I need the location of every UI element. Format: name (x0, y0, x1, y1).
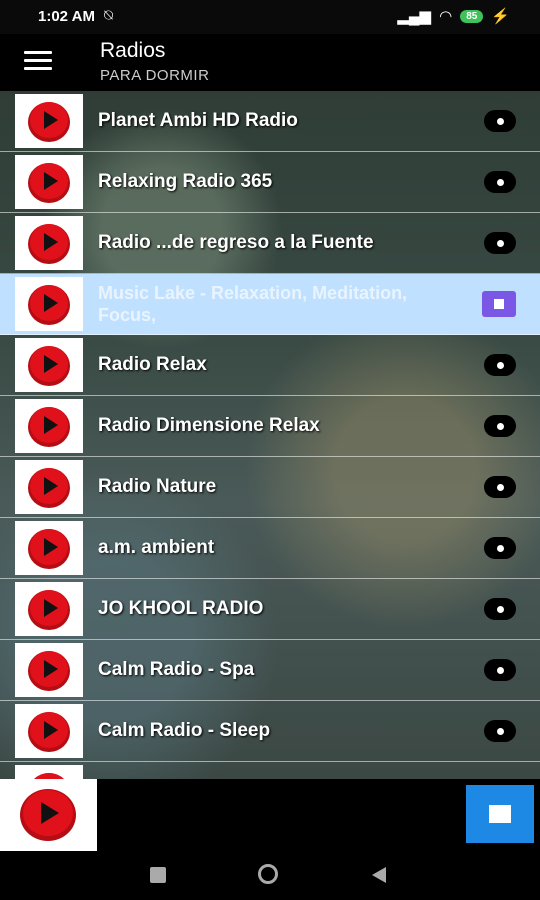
options-icon[interactable] (484, 476, 516, 498)
station-thumbnail (15, 521, 83, 575)
play-icon (20, 789, 76, 841)
station-name: Planet Ambi HD Radio (98, 110, 298, 131)
station-thumbnail (15, 338, 83, 392)
stop-button[interactable] (466, 785, 534, 843)
station-name: JO KHOOL RADIO (98, 598, 264, 619)
play-icon (28, 468, 70, 508)
stop-icon[interactable] (482, 291, 516, 317)
station-thumbnail (15, 216, 83, 270)
page-subtitle: PARA DORMIR (100, 67, 210, 84)
station-name: a.m. ambient (98, 537, 215, 558)
station-thumbnail (15, 94, 83, 148)
station-row-partial[interactable] (0, 762, 540, 779)
charging-icon: ⚡ (491, 8, 510, 25)
play-icon (28, 224, 70, 264)
play-icon (28, 712, 70, 752)
station-row[interactable]: Radio ...de regreso a la Fuente (0, 213, 540, 274)
play-icon (28, 407, 70, 447)
play-icon (28, 590, 70, 630)
hamburger-menu-icon[interactable] (24, 51, 52, 73)
page-title: Radios (100, 39, 166, 62)
station-name: Music Lake - Relaxation, Meditation, Foc… (98, 283, 408, 325)
system-nav-bar (0, 851, 540, 900)
now-playing-thumbnail[interactable] (0, 779, 97, 851)
station-thumbnail (15, 643, 83, 697)
station-name: Relaxing Radio 365 (98, 171, 273, 192)
station-row[interactable]: Radio Nature (0, 457, 540, 518)
play-icon (28, 651, 70, 691)
station-thumbnail (15, 155, 83, 209)
play-icon (28, 285, 70, 325)
options-icon[interactable] (484, 598, 516, 620)
station-name: Radio ...de regreso a la Fuente (98, 232, 374, 253)
options-icon[interactable] (484, 171, 516, 193)
play-icon (28, 163, 70, 203)
play-icon (28, 102, 70, 142)
options-icon[interactable] (484, 232, 516, 254)
recents-icon[interactable] (150, 867, 166, 883)
station-thumbnail (15, 765, 83, 779)
station-thumbnail (15, 704, 83, 758)
options-icon[interactable] (484, 415, 516, 437)
signal-icon: ▂▄▆ (397, 8, 432, 25)
play-icon (34, 773, 64, 779)
station-row[interactable]: Calm Radio - Sleep (0, 701, 540, 762)
alarm-off-icon: ⍉ (104, 7, 114, 24)
station-thumbnail (15, 582, 83, 636)
station-name: Calm Radio - Sleep (98, 720, 271, 741)
options-icon[interactable] (484, 110, 516, 132)
station-row[interactable]: Relaxing Radio 365 (0, 152, 540, 213)
wifi-icon: ◠ (439, 8, 453, 25)
now-playing-bar (0, 779, 540, 851)
station-row[interactable]: Planet Ambi HD Radio (0, 91, 540, 152)
station-row[interactable]: a.m. ambient (0, 518, 540, 579)
station-row[interactable]: Radio Dimensione Relax (0, 396, 540, 457)
status-icons: ▂▄▆ ◠ 85 ⚡ (397, 7, 510, 25)
options-icon[interactable] (484, 659, 516, 681)
back-icon[interactable] (372, 867, 386, 883)
station-name: Radio Relax (98, 354, 207, 375)
station-row[interactable]: Calm Radio - Spa (0, 640, 540, 701)
battery-icon: 85 (460, 9, 484, 23)
station-thumbnail (15, 460, 83, 514)
station-row[interactable]: JO KHOOL RADIO (0, 579, 540, 640)
station-name: Radio Dimensione Relax (98, 415, 320, 436)
station-list[interactable]: Planet Ambi HD Radio Relaxing Radio 365 Ra… (0, 91, 540, 779)
station-name: Radio Nature (98, 476, 217, 497)
options-icon[interactable] (484, 354, 516, 376)
status-time: 1:02 AM (38, 8, 95, 25)
app-bar: Radios PARA DORMIR (0, 34, 540, 91)
station-thumbnail (15, 399, 83, 453)
station-name: Calm Radio - Spa (98, 659, 255, 680)
home-icon[interactable] (258, 864, 278, 884)
station-row[interactable]: Music Lake - Relaxation, Meditation, Foc… (0, 274, 540, 335)
play-icon (28, 529, 70, 569)
options-icon[interactable] (484, 537, 516, 559)
status-bar: 1:02 AM ⍉ ▂▄▆ ◠ 85 ⚡ (0, 0, 540, 34)
station-row[interactable]: Radio Relax (0, 335, 540, 396)
options-icon[interactable] (484, 720, 516, 742)
play-icon (28, 346, 70, 386)
station-thumbnail (15, 277, 83, 331)
